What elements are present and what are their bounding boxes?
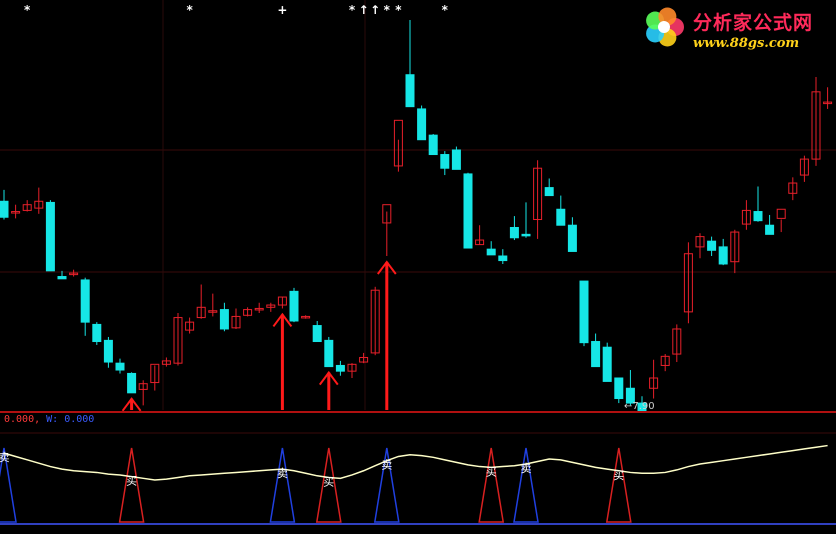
- watermark-title: 分析家公式网: [693, 12, 814, 34]
- signal-label-3: 买: [323, 475, 334, 488]
- top-marker-8: *: [442, 3, 449, 17]
- signal-triangle-7: [605, 447, 632, 523]
- price-chart: * * + * ↑ ↑ * * *卖买卖买卖买 卖买: [0, 0, 836, 525]
- top-marker-6: *: [384, 3, 391, 17]
- candle-body-53: [614, 377, 624, 400]
- candle-body-39: [451, 149, 461, 170]
- legend-value-second: W: 0.000: [46, 414, 95, 425]
- candle-body-19: [219, 309, 229, 330]
- signal-triangle-5: [478, 447, 505, 523]
- top-marker-5: ↑: [370, 3, 380, 17]
- candle-body-65: [753, 211, 763, 222]
- candle-body-50: [579, 280, 589, 344]
- candle-body-40: [463, 173, 473, 249]
- watermark-url: www.88gs.com: [693, 36, 800, 51]
- top-marker-2: +: [277, 3, 287, 17]
- top-marker-4: ↑: [359, 3, 369, 17]
- candle-body-61: [707, 240, 717, 251]
- low-price-label: ←7.90: [624, 401, 655, 412]
- chart-stage: * * + * ↑ ↑ * * * 卖买卖买卖买卖买 分析家公式网 www.88gs.com 0.…: [0, 0, 836, 530]
- candle-body-66: [765, 224, 775, 235]
- top-marker-3: *: [349, 3, 356, 17]
- signal-triangle-2: [269, 447, 296, 523]
- top-marker-7: *: [395, 3, 402, 17]
- candle-body-35: [405, 74, 415, 108]
- signal-label-2: 卖: [277, 467, 288, 480]
- candle-body-0: [0, 200, 9, 218]
- candle-body-7: [80, 279, 90, 323]
- candle-body-62: [718, 246, 728, 265]
- candle-body-42: [486, 248, 496, 256]
- candle-body-37: [428, 134, 438, 156]
- flower-logo-icon: [658, 21, 670, 33]
- candle-body-9: [103, 339, 113, 363]
- candle-body-51: [591, 341, 601, 368]
- candle-body-28: [324, 339, 334, 368]
- candle-body-48: [556, 208, 566, 226]
- candle-body-43: [498, 255, 508, 262]
- candle-body-25: [289, 290, 299, 322]
- signal-label-7: 买: [613, 469, 624, 482]
- candle-body-5: [57, 276, 67, 280]
- candle-body-4: [45, 201, 55, 272]
- signal-label-1: 买: [126, 475, 137, 488]
- candle-body-45: [521, 233, 531, 237]
- candle-body-8: [92, 323, 102, 343]
- candle-body-27: [312, 325, 322, 343]
- signal-triangle-6: [513, 447, 539, 523]
- candle-body-67: [776, 208, 786, 219]
- indicator-legend: 0.000, W: 0.000: [4, 414, 94, 425]
- legend-value-first: 0.000,: [4, 414, 41, 425]
- candle-body-38: [440, 154, 450, 169]
- candle-body-47: [544, 187, 554, 197]
- candle-body-52: [602, 346, 612, 382]
- signal-label-6: 卖: [521, 462, 532, 475]
- candle-body-10: [115, 362, 125, 371]
- candle-body-29: [335, 364, 345, 372]
- signal-label-5: 买: [486, 465, 497, 478]
- signal-label-0: 卖: [0, 451, 10, 464]
- candle-body-11: [127, 372, 137, 394]
- signal-label-4: 卖: [381, 459, 392, 472]
- candle-body-44: [509, 227, 519, 239]
- top-marker-1: *: [186, 3, 193, 17]
- top-marker-0: *: [24, 3, 31, 17]
- candle-body-36: [417, 108, 427, 141]
- candle-body-49: [567, 224, 577, 252]
